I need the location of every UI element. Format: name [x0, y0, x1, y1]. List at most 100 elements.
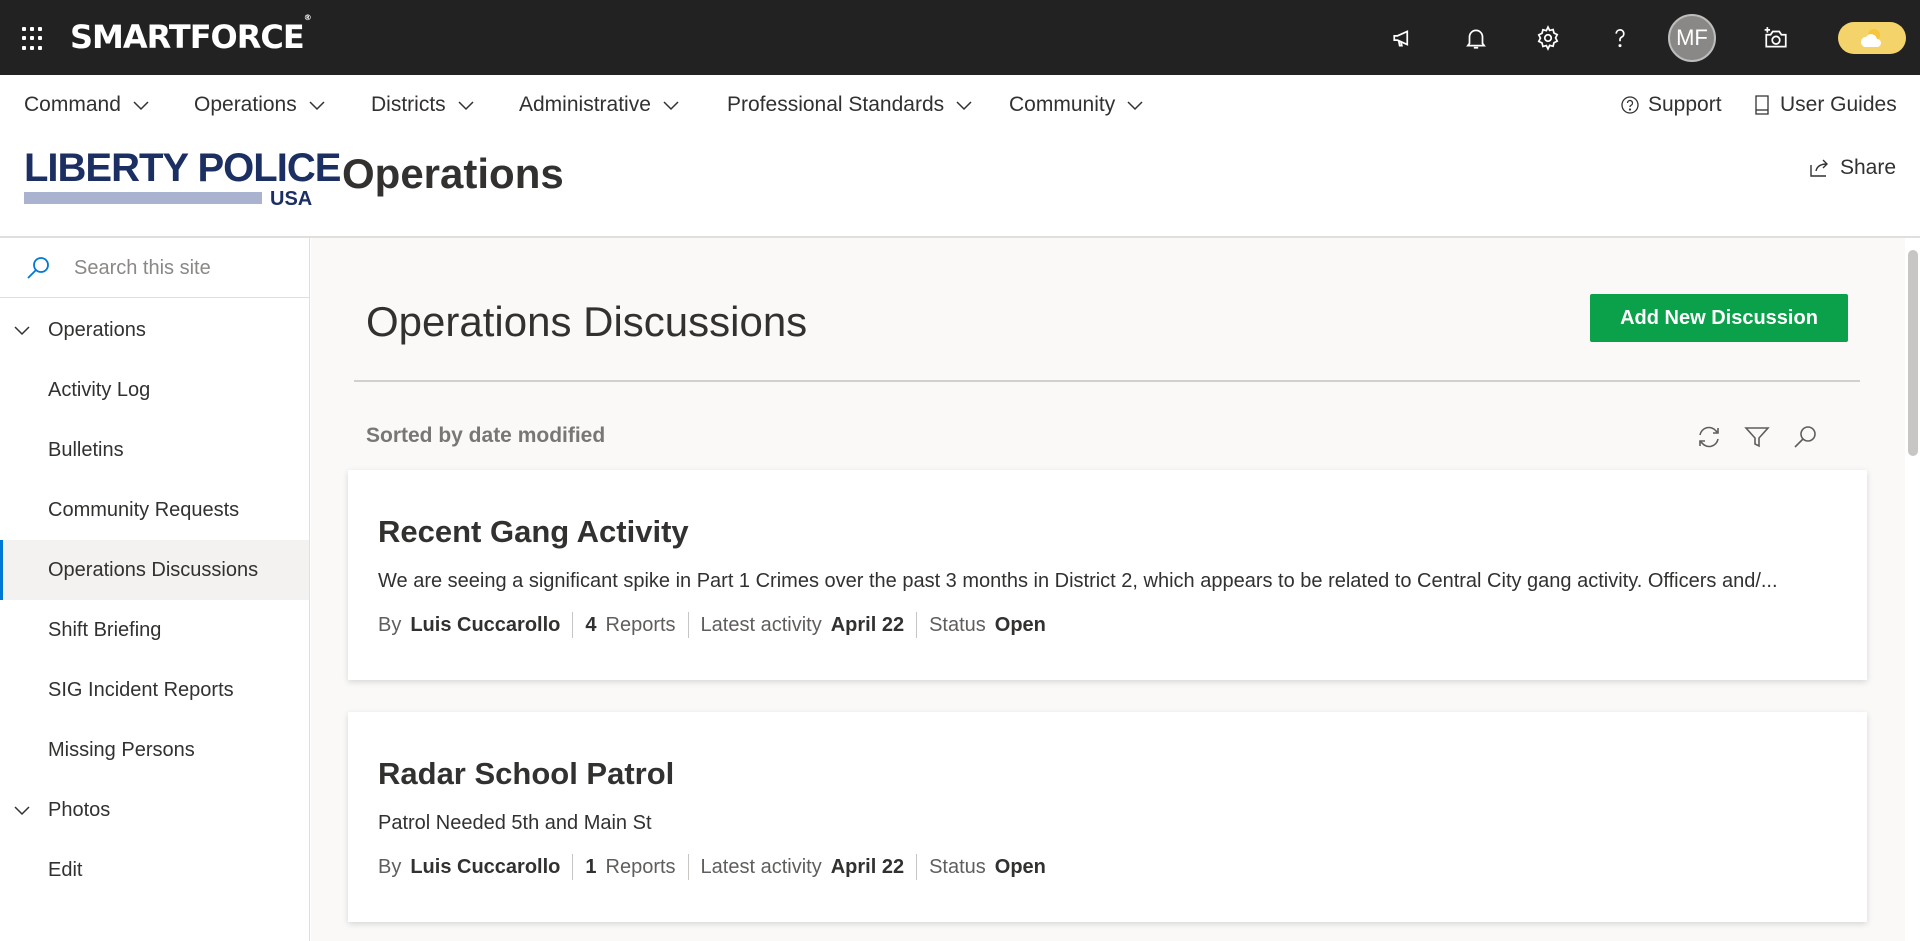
discussion-body: We are seeing a significant spike in Par… — [378, 570, 1778, 592]
discussion-card[interactable]: Recent Gang Activity We are seeing a sig… — [348, 470, 1867, 680]
nav-item-label: Photos — [48, 798, 111, 821]
nav-item-community-requests[interactable]: Community Requests — [0, 480, 309, 540]
hub-item-label: Community — [1009, 93, 1116, 116]
support-label: Support — [1648, 93, 1722, 116]
chevron-down-icon[interactable] — [12, 320, 32, 340]
discussion-author[interactable]: Luis Cuccarollo — [410, 614, 560, 637]
meta-separator — [687, 612, 689, 638]
hub-item-districts[interactable]: Districts — [371, 93, 476, 117]
discussion-latest-activity: April 22 — [830, 855, 905, 878]
nav-item-shift-briefing[interactable]: Shift Briefing — [0, 600, 309, 660]
refresh-icon[interactable] — [1691, 419, 1727, 455]
nav-item-operations-discussions[interactable]: Operations Discussions — [0, 540, 309, 600]
brand-logo[interactable]: SMARTFORCE® — [70, 13, 312, 56]
share-button[interactable]: Share — [1808, 156, 1896, 180]
discussion-author[interactable]: Luis Cuccarollo — [410, 856, 560, 879]
meta-separator — [916, 612, 918, 638]
meta-by-label: By — [378, 855, 402, 878]
chevron-down-icon — [458, 101, 474, 111]
nav-item-missing-persons[interactable]: Missing Persons — [0, 720, 309, 780]
meta-latest-label: Latest activity — [700, 855, 822, 878]
meta-latest-label: Latest activity — [700, 613, 822, 636]
discussion-title[interactable]: Recent Gang Activity — [378, 514, 689, 550]
discussion-body: Patrol Needed 5th and Main St — [378, 812, 652, 834]
logo-bottom-text: USA — [270, 188, 313, 210]
nav-item-label: Bulletins — [48, 438, 124, 461]
nav-item-label: Activity Log — [48, 378, 151, 401]
hub-item-administrative[interactable]: Administrative — [519, 93, 681, 117]
user-guides-label: User Guides — [1780, 93, 1897, 116]
nav-item-photos[interactable]: Photos — [0, 780, 309, 840]
discussion-title[interactable]: Radar School Patrol — [378, 756, 674, 792]
nav-item-bulletins[interactable]: Bulletins — [0, 420, 309, 480]
suite-bar: SMARTFORCE® MF — [0, 0, 1920, 75]
nav-item-activity-log[interactable]: Activity Log — [0, 360, 309, 420]
search-input[interactable] — [74, 252, 294, 284]
logo-bar — [24, 192, 262, 204]
discussion-latest-activity: April 22 — [830, 613, 905, 636]
book-icon — [1755, 95, 1769, 115]
hub-item-label: Professional Standards — [727, 93, 945, 116]
hub-item-community[interactable]: Community — [1009, 93, 1145, 117]
meta-status-label: Status — [929, 613, 986, 636]
meta-separator — [572, 854, 574, 880]
site-logo[interactable]: LIBERTY POLICE USA — [24, 148, 341, 210]
support-link[interactable]: Support — [1620, 93, 1722, 117]
share-icon — [1810, 159, 1828, 177]
sort-label: Sorted by date modified — [366, 424, 606, 447]
page-title: Operations Discussions — [366, 298, 808, 345]
brand-mark: ® — [303, 13, 312, 23]
discussion-report-count: 4 — [585, 613, 597, 636]
megaphone-icon[interactable] — [1384, 18, 1424, 58]
nav-item-label: Operations — [48, 318, 146, 341]
nav-item-sig-incident-reports[interactable]: SIG Incident Reports — [0, 660, 309, 720]
meta-separator — [687, 854, 689, 880]
hub-item-label: Administrative — [519, 93, 651, 116]
app-launcher-icon[interactable] — [22, 27, 46, 51]
chevron-down-icon — [663, 101, 679, 111]
site-search — [0, 238, 309, 298]
bell-icon[interactable] — [1456, 18, 1496, 58]
add-new-discussion-button[interactable]: Add New Discussion — [1590, 294, 1848, 342]
chevron-down-icon — [956, 101, 972, 111]
hub-item-operations[interactable]: Operations — [194, 93, 327, 117]
help-icon[interactable] — [1600, 18, 1640, 58]
nav-item-label: Shift Briefing — [48, 618, 162, 641]
discussion-report-count: 1 — [585, 855, 597, 878]
hub-item-label: Districts — [371, 93, 446, 116]
scrollbar-thumb[interactable] — [1908, 250, 1918, 456]
meta-by-label: By — [378, 613, 402, 636]
hub-item-command[interactable]: Command — [24, 93, 151, 117]
hub-navigation: Command Operations Districts Administrat… — [0, 75, 1920, 135]
avatar[interactable]: MF — [1668, 14, 1716, 62]
discussion-status: Open — [994, 613, 1046, 636]
meta-status-label: Status — [929, 855, 986, 878]
hub-item-label: Command — [24, 93, 121, 116]
gear-icon[interactable] — [1528, 18, 1568, 58]
meta-separator — [916, 854, 918, 880]
site-title[interactable]: Operations — [342, 150, 564, 198]
chevron-down-icon — [309, 101, 325, 111]
help-circle-icon — [1621, 96, 1639, 114]
discussion-meta: By Luis Cuccarollo 4 Reports Latest activi… — [378, 612, 1058, 638]
nav-item-edit[interactable]: Edit — [0, 840, 309, 900]
discussion-card[interactable]: Radar School Patrol Patrol Needed 5th an… — [348, 712, 1867, 922]
discussion-meta: By Luis Cuccarollo 1 Reports Latest activi… — [378, 854, 1058, 880]
title-divider — [354, 380, 1860, 382]
nav-item-label: Edit — [48, 858, 83, 881]
share-label: Share — [1840, 156, 1897, 179]
hub-item-professional-standards[interactable]: Professional Standards — [727, 93, 974, 117]
chevron-down-icon — [133, 101, 149, 111]
weather-icon[interactable] — [1838, 22, 1906, 54]
search-icon[interactable] — [1787, 419, 1823, 455]
filter-icon[interactable] — [1739, 419, 1775, 455]
chevron-down-icon[interactable] — [12, 800, 32, 820]
nav-item-label: Missing Persons — [48, 738, 195, 761]
user-guides-link[interactable]: User Guides — [1752, 93, 1897, 117]
nav-item-label: SIG Incident Reports — [48, 678, 234, 701]
nav-item-operations[interactable]: Operations — [0, 300, 309, 360]
chevron-down-icon — [1127, 101, 1143, 111]
search-icon[interactable] — [24, 254, 52, 282]
camera-add-icon[interactable] — [1756, 18, 1796, 58]
nav-item-label: Operations Discussions — [48, 558, 259, 581]
